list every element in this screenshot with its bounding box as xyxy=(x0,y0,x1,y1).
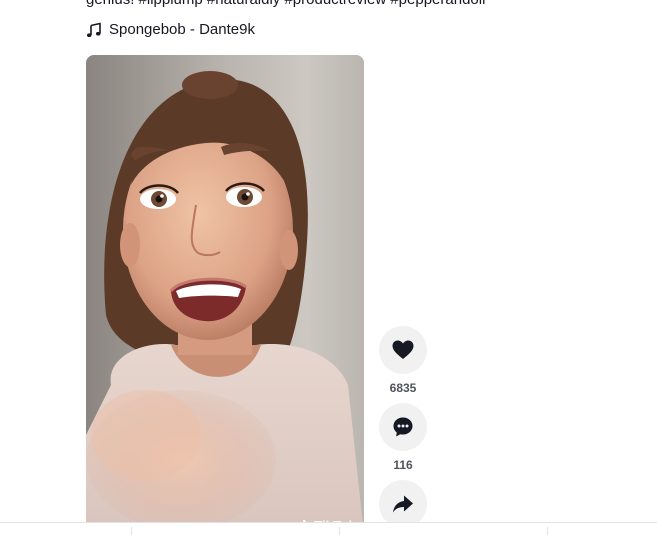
comment-button[interactable] xyxy=(379,403,427,451)
divider-tick xyxy=(339,527,340,535)
tiktok-post-view: genius! #lipplump #naturaldiy #productre… xyxy=(0,0,657,535)
heart-icon xyxy=(392,340,414,359)
share-action xyxy=(379,480,427,528)
like-count: 6835 xyxy=(389,381,417,395)
bottom-divider xyxy=(0,522,657,535)
divider-tick xyxy=(547,527,548,535)
video-frame xyxy=(86,55,364,535)
comment-icon xyxy=(393,417,413,437)
comment-action: 116 xyxy=(379,403,427,473)
music-note-icon xyxy=(87,22,101,37)
sound-link[interactable]: Spongebob - Dante9k xyxy=(86,20,255,40)
comment-count: 116 xyxy=(393,458,413,472)
divider-tick xyxy=(131,527,132,535)
sound-label: Spongebob - Dante9k xyxy=(109,21,255,38)
share-icon xyxy=(393,495,413,513)
post-caption: genius! #lipplump #naturaldiy #productre… xyxy=(86,0,485,9)
like-button[interactable] xyxy=(379,326,427,374)
share-button[interactable] xyxy=(379,480,427,528)
video-player[interactable]: TikTok xyxy=(86,55,364,535)
like-action: 6835 xyxy=(379,326,427,396)
